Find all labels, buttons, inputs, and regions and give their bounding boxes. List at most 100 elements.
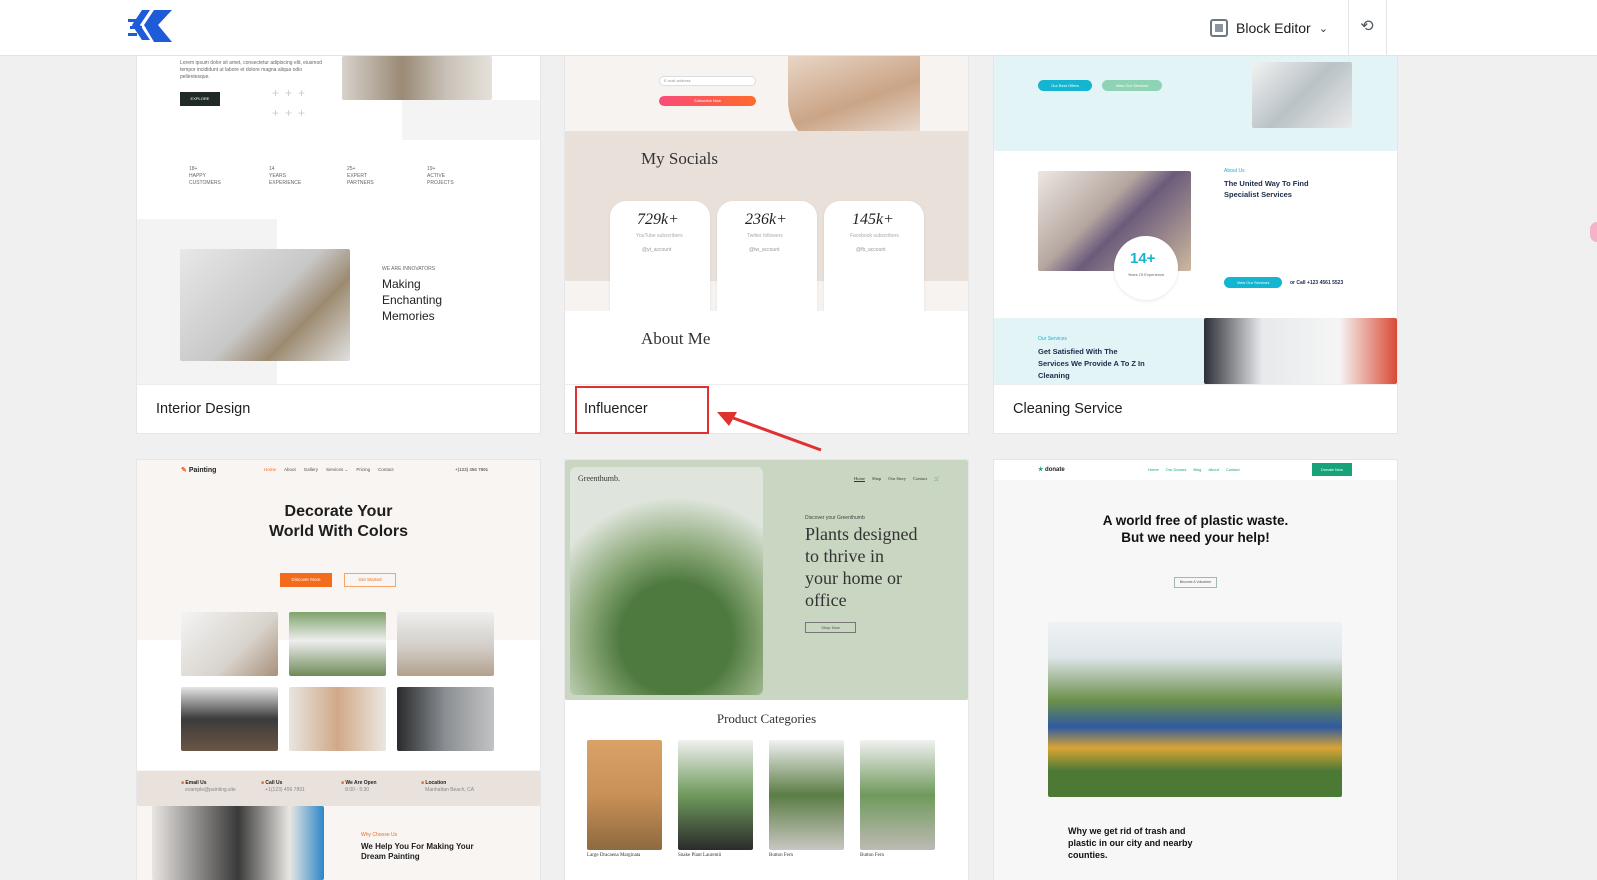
preview-panel: [402, 100, 540, 140]
qr-block-icon: [1210, 19, 1228, 37]
preview-button: Shop Now: [805, 622, 856, 633]
social-card: 236k+ Twitter followers @tw_account: [717, 201, 817, 311]
preview-phone: +(123) 456 7891: [455, 467, 489, 472]
template-name: Interior Design: [156, 401, 251, 417]
divider: [1348, 0, 1349, 56]
preview-photo: [152, 806, 324, 880]
preview-brand: ★ donate: [1038, 467, 1065, 473]
preview-call: or Call +123 4561 5523: [1290, 280, 1344, 286]
preview-photo: [289, 687, 386, 751]
preview-heading: Get Satisfied With The Services We Provi…: [1038, 347, 1145, 380]
preview-body: Lorem ipsum dolor sit amet, consectetur …: [180, 60, 323, 80]
template-card-cleaning-service[interactable]: Our Best Offers View Our Services 14+ Ye…: [994, 56, 1397, 433]
preview-hero-title: A world free of plastic waste. But we ne…: [1102, 513, 1289, 545]
template-preview: Greenthumb. Home Shop Our Story Contact …: [565, 460, 968, 880]
preview-socials-title: My Socials: [641, 149, 718, 168]
category-photo: [587, 740, 662, 850]
preview-button: View Our Services: [1224, 277, 1282, 288]
preview-nav: Home Shop Our Story Contact 🛒: [854, 476, 940, 482]
preview-kicker: Discover your Greenthumb: [805, 515, 865, 521]
category-photo: [678, 740, 753, 850]
preview-subscribe-button: Subscribe Now: [659, 96, 756, 106]
template-card-influencer[interactable]: E-mail address Subscribe Now My Socials …: [565, 56, 968, 433]
preview-heading: Making Enchanting Memories: [382, 277, 443, 323]
preview-button: Become A Volunteer: [1174, 577, 1217, 588]
chevron-down-icon: ⌄: [1318, 22, 1328, 35]
template-preview: Lorem ipsum dolor sit amet, consectetur …: [137, 56, 540, 384]
category-photo: [769, 740, 844, 850]
template-card-footer: Cleaning Service: [994, 384, 1397, 433]
preview-nav: Home About Gallery Services ⌄ Pricing Co…: [264, 467, 394, 472]
sync-icon[interactable]: ⟲: [1356, 16, 1378, 38]
template-card-interior-design[interactable]: Lorem ipsum dolor sit amet, consectetur …: [137, 56, 540, 433]
template-card-painting[interactable]: ✎ Painting Home About Gallery Services ⌄…: [137, 460, 540, 880]
experience-badge: 14+ Years Of Experience: [1114, 236, 1178, 300]
info-item: ■ Location Manhattan Beach, CA: [421, 780, 475, 793]
template-card-greenthumb[interactable]: Greenthumb. Home Shop Our Story Contact …: [565, 460, 968, 880]
template-preview: ★ donate Home Our Donors Blog About Cont…: [994, 460, 1397, 880]
site-logo-icon[interactable]: [128, 8, 176, 46]
info-item: ■ We Are Open 8:00 - 5:30: [341, 780, 377, 793]
preview-photo: [180, 249, 350, 361]
preview-kicker: Why Choose Us: [361, 832, 398, 838]
preview-heading: We Help You For Making Your Dream Painti…: [361, 842, 474, 861]
template-card-footer: Interior Design: [137, 384, 540, 433]
preview-decor: +++: [272, 86, 312, 100]
preview-categories-title: Product Categories: [716, 711, 817, 726]
preview-photo: [1048, 622, 1342, 797]
category-label: Button Fern: [860, 853, 885, 858]
preview-photo: [289, 612, 386, 676]
preview-photo: [570, 467, 763, 695]
preview-photo: [397, 687, 494, 751]
preview-photo: [397, 612, 494, 676]
preview-button: View Our Services: [1102, 80, 1162, 91]
preview-photo: [342, 56, 492, 100]
template-name: Cleaning Service: [1013, 401, 1123, 417]
preview-nav: Home Our Donors Blog About Contact: [1148, 467, 1240, 472]
preview-photo: [1204, 318, 1397, 384]
preview-button: Get Started: [344, 573, 396, 587]
editor-switch-dropdown[interactable]: Block Editor ⌄: [1210, 14, 1328, 42]
editor-switch-label: Block Editor: [1236, 20, 1311, 36]
preview-about-title: About Me: [641, 329, 711, 348]
preview-brand: Greenthumb.: [578, 474, 620, 483]
preview-photo: [181, 612, 278, 676]
template-preview: Our Best Offers View Our Services 14+ Ye…: [994, 56, 1397, 384]
info-item: ■ Email Us example@painting.site: [181, 780, 236, 793]
preview-kicker: WE ARE INNOVATORS: [382, 266, 436, 272]
preview-button: Donate Now: [1312, 463, 1352, 476]
template-card-donate[interactable]: ★ donate Home Our Donors Blog About Cont…: [994, 460, 1397, 880]
top-bar: Block Editor ⌄ ⟲: [0, 0, 1597, 56]
preview-decor: +++: [272, 106, 312, 120]
category-label: Button Fern: [769, 853, 794, 858]
stat: 18+ HAPPY CUSTOMERS: [189, 166, 221, 186]
preview-brand: ✎ Painting: [181, 467, 217, 474]
annotation-highlight-box: [575, 386, 709, 434]
preview-hero-title: Decorate Your World With Colors: [268, 503, 409, 540]
preview-button: Discover More: [280, 573, 332, 587]
preview-heading: Why we get rid of trash and plastic in o…: [1068, 826, 1193, 860]
stat: 14 YEARS EXPERIENCE: [269, 166, 302, 186]
stat: 19+ ACTIVE PROJECTS: [427, 166, 454, 186]
scroll-indicator[interactable]: [1590, 222, 1597, 242]
preview-hero-title: Plants designed to thrive in your home o…: [805, 524, 918, 610]
preview-panel: [565, 311, 968, 384]
preview-kicker: About Us: [1224, 168, 1245, 174]
template-preview: E-mail address Subscribe Now My Socials …: [565, 56, 968, 384]
divider: [1386, 0, 1387, 56]
stat: 25+ EXPERT PARTNERS: [347, 166, 374, 186]
preview-button: EXPLORE: [180, 92, 220, 106]
preview-email-field: E-mail address: [659, 76, 756, 86]
category-photo: [860, 740, 935, 850]
social-card: 729k+ YouTube subscribers @yt_account: [610, 201, 710, 311]
preview-heading: The United Way To Find Specialist Servic…: [1224, 179, 1309, 199]
social-card: 145k+ Facebook subscribers @fb_account: [824, 201, 924, 311]
category-label: Large Dracaena Marginata: [587, 853, 641, 858]
template-preview: ✎ Painting Home About Gallery Services ⌄…: [137, 460, 540, 880]
preview-photo: [181, 687, 278, 751]
preview-button: Our Best Offers: [1038, 80, 1092, 91]
annotation-arrow-icon: [717, 412, 822, 452]
preview-photo: [1252, 62, 1352, 128]
category-label: Snake Plant Laurentii: [678, 853, 722, 858]
info-item: ■ Call Us +1(123) 456 7891: [261, 780, 305, 793]
